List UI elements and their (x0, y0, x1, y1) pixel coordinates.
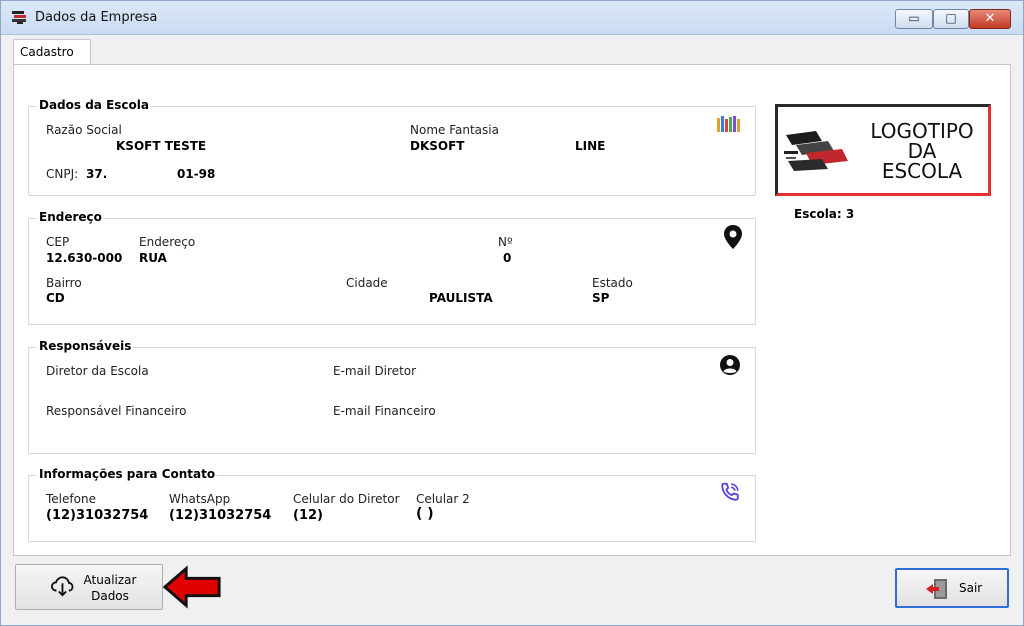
close-icon: ✕ (984, 11, 996, 26)
estado-value: SP (592, 291, 610, 305)
main-window: Dados da Empresa ▭ □ ✕ Cadastro Dados da… (0, 0, 1024, 626)
maximize-button[interactable]: □ (933, 9, 969, 29)
razao-social-value: KSOFT TESTE (116, 139, 207, 153)
celular-diretor-label: Celular do Diretor (293, 492, 400, 506)
nome-fantasia-value: DKSOFT (410, 139, 465, 153)
logo-line-1: LOGOTIPO (870, 119, 974, 143)
bairro-value: CD (46, 291, 65, 305)
group-dados-escola: Dados da Escola Razão Social KSOFT TESTE… (28, 98, 756, 196)
cloud-download-icon (50, 576, 74, 597)
logo-text: LOGOTIPO DA ESCOLA (862, 121, 982, 181)
user-circle-icon (720, 355, 740, 375)
logo-line-3: ESCOLA (881, 159, 963, 183)
phone-icon (721, 482, 739, 501)
red-arrow-icon (162, 565, 221, 609)
email-diretor-label: E-mail Diretor (333, 364, 417, 378)
update-label-line1: Atualizar (83, 573, 137, 587)
financeiro-label: Responsável Financeiro (46, 404, 187, 418)
app-logo-icon (12, 11, 26, 24)
numero-value: 0 (503, 251, 512, 265)
group-contato: Informações para Contato Telefone (12)31… (28, 467, 756, 542)
whatsapp-value: (12)31032754 (169, 508, 272, 523)
telefone-label: Telefone (46, 492, 96, 506)
cnpj-value-suffix: 01-98 (177, 167, 216, 181)
update-data-button[interactable]: Atualizar Dados (15, 564, 163, 610)
exit-door-icon (926, 579, 947, 599)
razao-social-label: Razão Social (46, 123, 122, 137)
close-button[interactable]: ✕ (969, 9, 1011, 29)
nome-fantasia-value-suffix: LINE (575, 139, 606, 153)
celular2-label: Celular 2 (416, 492, 470, 506)
cidade-value: PAULISTA (429, 291, 493, 305)
group-title: Responsáveis (37, 339, 134, 353)
cnpj-value: 37. (86, 167, 108, 181)
tab-strip: Cadastro (9, 37, 1017, 65)
books-icon (717, 116, 740, 132)
group-title: Dados da Escola (37, 98, 151, 112)
update-data-label: Atualizar Dados (78, 572, 142, 604)
group-title: Endereço (37, 210, 104, 224)
logo-line-2: DA (907, 139, 937, 163)
update-label-line2: Dados (91, 589, 129, 603)
cep-value: 12.630-000 (46, 251, 123, 265)
whatsapp-label: WhatsApp (169, 492, 231, 506)
endereco-label: Endereço (139, 235, 196, 249)
celular-diretor-value: (12) (293, 508, 323, 523)
exit-label: Sair (959, 581, 983, 595)
tab-cadastro[interactable]: Cadastro (13, 39, 91, 65)
map-pin-icon (724, 225, 742, 249)
email-financeiro-label: E-mail Financeiro (333, 404, 436, 418)
numero-label: Nº (498, 235, 513, 249)
cidade-label: Cidade (346, 276, 388, 290)
maximize-icon: □ (945, 11, 957, 25)
escola-label: Escola: 3 (794, 207, 855, 221)
group-responsaveis: Responsáveis Diretor da Escola E-mail Di… (28, 339, 756, 454)
logo-graphic-icon (784, 131, 848, 171)
school-logo: LOGOTIPO DA ESCOLA (775, 104, 991, 196)
estado-label: Estado (592, 276, 633, 290)
minimize-button[interactable]: ▭ (895, 9, 933, 29)
exit-button[interactable]: Sair (895, 568, 1009, 608)
minimize-icon: ▭ (908, 11, 920, 25)
title-bar[interactable]: Dados da Empresa ▭ □ ✕ (1, 1, 1023, 35)
nome-fantasia-label: Nome Fantasia (410, 123, 499, 137)
celular2-value: ( ) (416, 506, 434, 522)
cnpj-label: CNPJ: (46, 167, 79, 181)
window-title: Dados da Empresa (35, 10, 158, 25)
bairro-label: Bairro (46, 276, 82, 290)
group-title: Informações para Contato (37, 467, 218, 481)
telefone-value: (12)31032754 (46, 508, 149, 523)
cep-label: CEP (46, 235, 70, 249)
endereco-value: RUA (139, 251, 167, 265)
diretor-label: Diretor da Escola (46, 364, 149, 378)
group-endereco: Endereço CEP 12.630-000 Endereço RUA Nº … (28, 210, 756, 325)
